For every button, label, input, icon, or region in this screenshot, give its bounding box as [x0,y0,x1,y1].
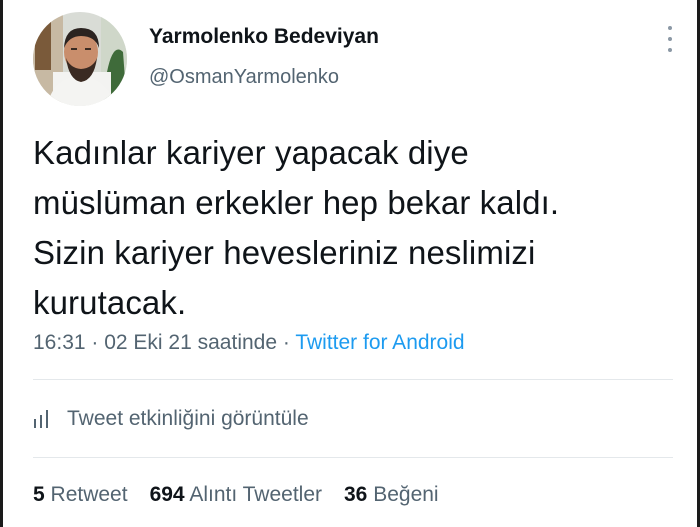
likes-stat[interactable]: 36 Beğeni [344,483,439,507]
retweets-stat[interactable]: 5 Retweet [33,483,128,507]
avatar[interactable] [33,12,127,106]
tweet-date[interactable]: 02 Eki 21 saatinde [104,331,277,354]
tweet-stats: 5 Retweet 694 Alıntı Tweetler 36 Beğeni [33,479,461,511]
more-dot [668,48,672,52]
tweet-text: Kadınlar kariyer yapacak diye müslüman e… [33,128,673,328]
tweet-time[interactable]: 16:31 [33,331,86,354]
more-dot [668,37,672,41]
tweet-text-line: Kadınlar kariyer yapacak diye [33,134,469,171]
more-dot [668,26,672,30]
retweets-count: 5 [33,483,45,506]
likes-count: 36 [344,483,368,506]
user-handle[interactable]: @OsmanYarmolenko [149,64,379,90]
tweet-activity-label: Tweet etkinliğini görüntüle [67,407,309,430]
retweets-label: Retweet [50,483,128,506]
quotes-label: Alıntı Tweetler [189,483,322,506]
tweet-text-line: Sizin kariyer hevesleriniz neslimizi [33,234,536,271]
user-name-block: Yarmolenko Bedeviyan @OsmanYarmolenko [149,24,379,90]
tweet-text-line: müslüman erkekler hep bekar kaldı. [33,184,560,221]
meta-separator: · [277,331,296,354]
tweet-header: Yarmolenko Bedeviyan @OsmanYarmolenko [33,12,673,107]
divider [33,379,673,380]
divider [33,457,673,458]
tweet-meta: 16:31 · 02 Eki 21 saatinde · Twitter for… [33,327,465,359]
more-options-icon[interactable] [663,26,677,52]
chart-bars-icon [34,410,48,428]
tweet-frame: Yarmolenko Bedeviyan @OsmanYarmolenko Ka… [0,0,700,527]
display-name[interactable]: Yarmolenko Bedeviyan [149,24,379,50]
quotes-stat[interactable]: 694 Alıntı Tweetler [150,483,322,507]
tweet-activity-link[interactable]: Tweet etkinliğini görüntüle [33,403,309,435]
meta-separator: · [85,331,105,354]
tweet-source-link[interactable]: Twitter for Android [295,331,464,354]
avatar-photo-icon [33,12,127,106]
likes-label: Beğeni [373,483,439,506]
tweet-text-line: kurutacak. [33,284,187,321]
quotes-count: 694 [149,483,185,506]
